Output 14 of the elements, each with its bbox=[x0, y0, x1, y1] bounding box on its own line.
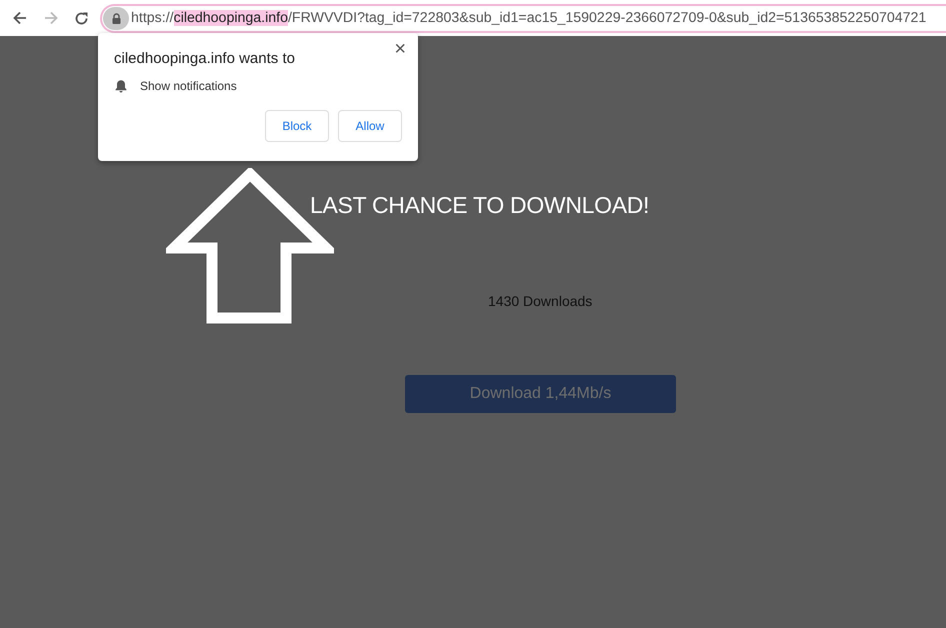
block-button[interactable]: Block bbox=[265, 110, 329, 142]
url-text: https://ciledhoopinga.info/FRWVVDI?tag_id=722803&sub_id1=ac15_1590229-2366072709-0&sub_id2=513653852250704721 bbox=[131, 10, 926, 26]
reload-icon[interactable] bbox=[74, 10, 89, 26]
headline: LAST CHANCE TO DOWNLOAD! bbox=[310, 192, 650, 219]
allow-button[interactable]: Allow bbox=[338, 110, 402, 142]
address-bar[interactable]: https://ciledhoopinga.info/FRWVVDI?tag_id=722803&sub_id1=ac15_1590229-2366072709-0&sub_id2=513653852250704721 bbox=[100, 4, 946, 32]
close-button[interactable]: × bbox=[392, 39, 408, 59]
download-count: 1430 Downloads bbox=[488, 293, 592, 309]
bell-icon bbox=[114, 79, 128, 93]
permission-label: Show notifications bbox=[140, 79, 237, 93]
lock-icon[interactable] bbox=[112, 12, 120, 24]
popup-title: ciledhoopinga.info wants to bbox=[114, 50, 296, 67]
download-button[interactable]: Download 1,44Mb/s bbox=[405, 375, 676, 413]
back-icon[interactable] bbox=[12, 11, 26, 25]
